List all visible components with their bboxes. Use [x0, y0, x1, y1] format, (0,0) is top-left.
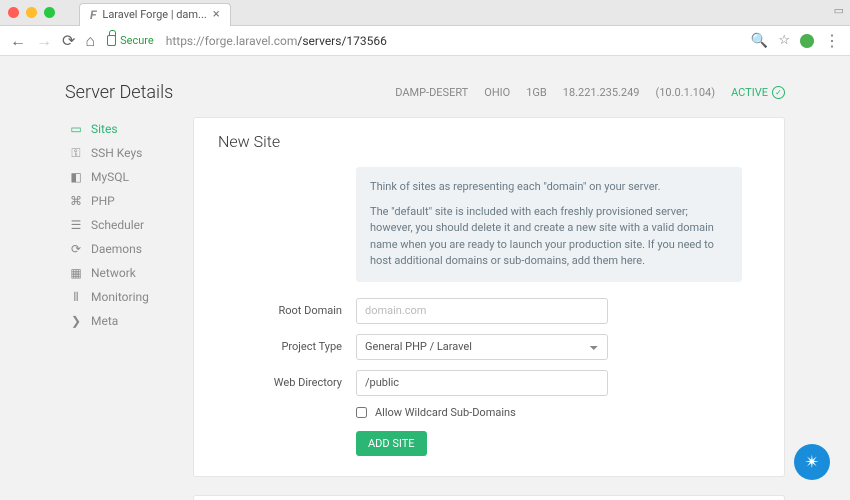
active-sites-card: Active Sites Domain App [193, 495, 785, 500]
status-label: ACTIVE [731, 86, 768, 99]
lock-icon [107, 35, 116, 46]
database-icon: ◧ [69, 170, 83, 184]
tab-title: Laravel Forge | dam... [102, 8, 206, 21]
chart-icon: ⫴ [69, 290, 83, 304]
key-icon: ⚿ [69, 146, 83, 160]
web-directory-label: Web Directory [218, 376, 356, 389]
browser-menu-icon[interactable]: ⋮ [824, 31, 840, 50]
sidebar-item-label: Monitoring [91, 290, 149, 304]
server-name: DAMP-DESERT [395, 86, 468, 99]
daemon-icon: ⟳ [69, 242, 83, 256]
network-icon: ▦ [69, 266, 83, 280]
nav-back-icon[interactable]: ← [10, 31, 26, 51]
sidebar-item-label: Network [91, 266, 136, 280]
server-region: OHIO [484, 86, 510, 99]
sidebar-item-mysql[interactable]: ◧ MySQL [65, 165, 175, 189]
reload-icon[interactable]: ⟳ [62, 31, 75, 51]
status-badge: ACTIVE ✓ [731, 86, 785, 99]
close-tab-icon[interactable]: × [213, 7, 220, 22]
root-domain-label: Root Domain [218, 304, 356, 317]
sidebar-item-daemons[interactable]: ⟳ Daemons [65, 237, 175, 261]
bookmark-icon[interactable]: ☆ [778, 33, 790, 48]
sidebar-item-label: MySQL [91, 170, 129, 184]
help-bubble-button[interactable]: ✴ [794, 444, 830, 480]
url-host: https://forge.laravel.com [166, 34, 298, 48]
url-path: /servers/173566 [297, 34, 386, 48]
sidebar: ▭ Sites ⚿ SSH Keys ◧ MySQL ⌘ PHP ☰ Sch [65, 117, 175, 500]
secure-label: Secure [120, 34, 154, 47]
sidebar-item-network[interactable]: ▦ Network [65, 261, 175, 285]
browser-icon: ▭ [69, 122, 83, 136]
maximize-window-icon[interactable] [44, 7, 55, 18]
sidebar-item-php[interactable]: ⌘ PHP [65, 189, 175, 213]
info-text-2: The "default" site is included with each… [370, 204, 728, 270]
sidebar-item-scheduler[interactable]: ☰ Scheduler [65, 213, 175, 237]
tag-icon: ❯ [69, 314, 83, 328]
close-window-icon[interactable] [8, 7, 19, 18]
zoom-icon[interactable]: 🔍 [751, 33, 768, 49]
sidebar-item-sshkeys[interactable]: ⚿ SSH Keys [65, 141, 175, 165]
php-icon: ⌘ [69, 194, 83, 208]
sidebar-item-meta[interactable]: ❯ Meta [65, 309, 175, 333]
server-info-bar: DAMP-DESERT OHIO 1GB 18.221.235.249 (10.… [395, 86, 785, 99]
wildcard-label: Allow Wildcard Sub-Domains [375, 406, 516, 419]
add-site-button[interactable]: ADD SITE [356, 431, 427, 456]
server-private-ip: (10.0.1.104) [655, 86, 715, 99]
sidebar-item-label: Sites [91, 122, 118, 136]
browser-tab[interactable]: F Laravel Forge | dam... × [79, 3, 231, 26]
project-type-select[interactable]: General PHP / Laravel [356, 334, 608, 360]
card-title: New Site [218, 132, 760, 151]
info-box: Think of sites as representing each "dom… [356, 167, 742, 282]
secure-indicator[interactable]: Secure [107, 34, 154, 47]
minimize-window-icon[interactable] [26, 7, 37, 18]
wildcard-checkbox[interactable] [356, 407, 367, 418]
server-public-ip: 18.221.235.249 [563, 86, 640, 99]
lifebuoy-icon: ✴ [804, 452, 819, 473]
check-circle-icon: ✓ [772, 86, 785, 99]
url-field[interactable]: https://forge.laravel.com/servers/173566 [166, 34, 739, 48]
sidebar-item-label: Scheduler [91, 218, 144, 232]
root-domain-input[interactable] [356, 298, 608, 324]
sidebar-item-monitoring[interactable]: ⫴ Monitoring [65, 285, 175, 309]
window-menu-icon[interactable]: ▭ [834, 4, 844, 17]
web-directory-input[interactable] [356, 370, 608, 396]
info-text-1: Think of sites as representing each "dom… [370, 179, 728, 196]
forge-favicon-icon: F [90, 8, 96, 22]
nav-forward-icon: → [36, 31, 52, 51]
sidebar-item-label: SSH Keys [91, 146, 142, 160]
home-icon[interactable]: ⌂ [85, 31, 95, 51]
project-type-label: Project Type [218, 340, 356, 353]
page-title: Server Details [65, 82, 173, 103]
sidebar-item-label: PHP [91, 194, 115, 208]
sidebar-item-sites[interactable]: ▭ Sites [65, 117, 175, 141]
sidebar-item-label: Daemons [91, 242, 142, 256]
address-bar: ← → ⟳ ⌂ Secure https://forge.laravel.com… [0, 26, 850, 56]
extension-icon[interactable] [800, 34, 814, 48]
new-site-card: New Site Think of sites as representing … [193, 117, 785, 477]
sidebar-item-label: Meta [91, 314, 118, 328]
server-size: 1GB [526, 86, 547, 99]
window-traffic-lights[interactable] [8, 7, 55, 18]
calendar-icon: ☰ [69, 218, 83, 232]
